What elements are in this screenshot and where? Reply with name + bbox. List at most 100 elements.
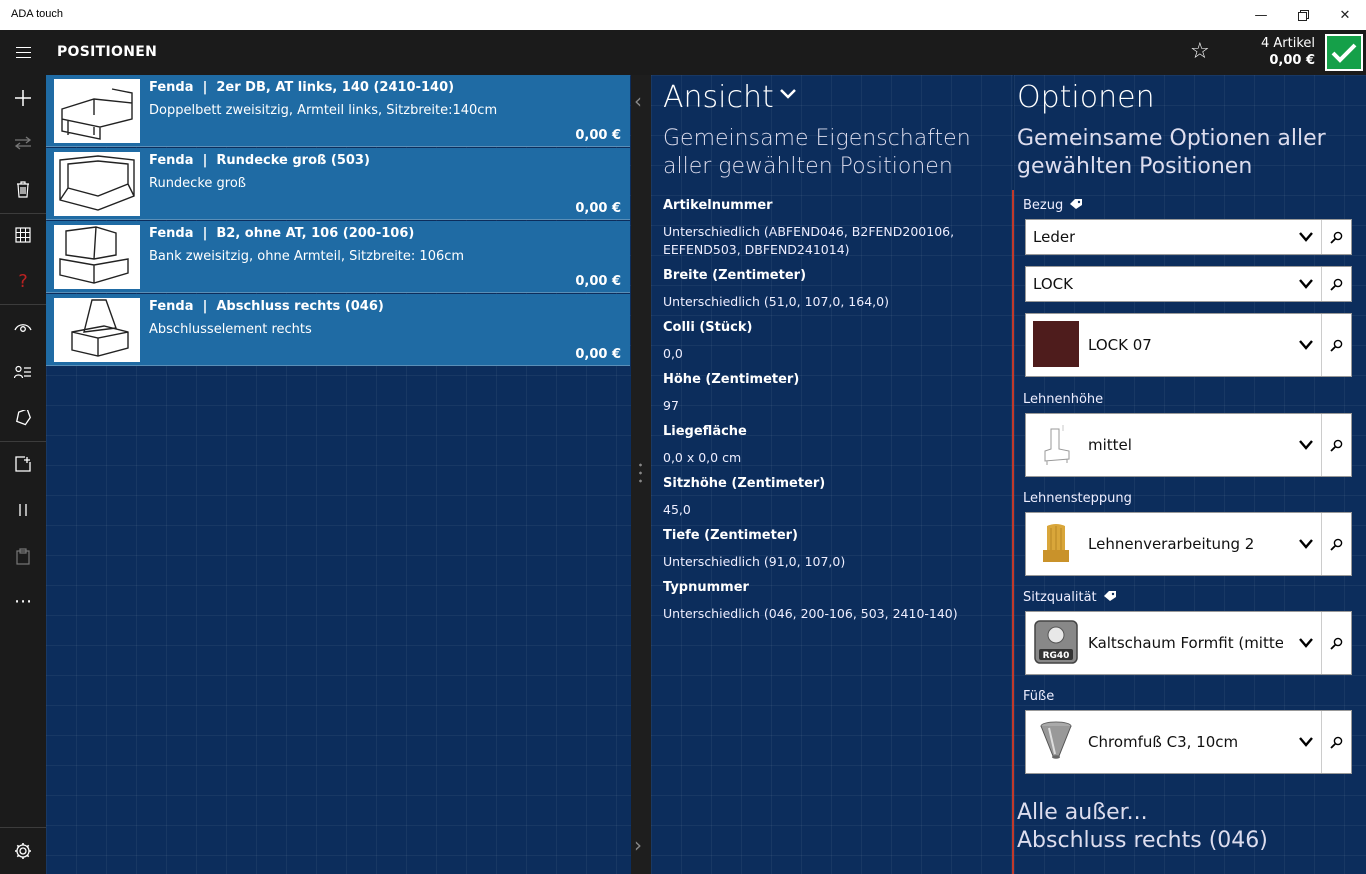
end-element-thumbnail <box>54 298 140 362</box>
star-icon[interactable]: ☆ <box>1190 39 1210 64</box>
lehnensteppung-label: Lehnensteppung <box>1023 491 1132 506</box>
lehnenhoehe-label: Lehnenhöhe <box>1023 392 1104 407</box>
discount-tag-icon[interactable] <box>0 396 46 440</box>
position-description: Rundecke groß <box>149 176 246 191</box>
list-item[interactable]: Fenda | Rundecke groß (503) Rundecke gro… <box>46 148 630 220</box>
chevron-down-icon <box>1299 340 1313 350</box>
property-value: Unterschiedlich (51,0, 107,0, 164,0) <box>663 294 889 309</box>
ansicht-pane: Ansicht Gemeinsame Eigenschaften aller g… <box>651 75 1013 874</box>
property-name: Colli (Stück) <box>663 320 753 335</box>
search-icon[interactable] <box>1321 314 1351 376</box>
property-value: 45,0 <box>663 502 691 517</box>
search-icon[interactable] <box>1321 267 1351 301</box>
quilting-thumbnail <box>1043 524 1069 562</box>
optionen-subtitle: Gemeinsame Optionen aller gewählten Posi… <box>1017 126 1326 179</box>
page-title: POSITIONEN <box>57 44 158 60</box>
search-icon[interactable] <box>1321 612 1351 674</box>
position-brand: Fenda <box>149 226 194 241</box>
lehnensteppung-select[interactable]: Lehnenverarbeitung 2 <box>1025 512 1352 576</box>
search-icon[interactable] <box>1321 711 1351 773</box>
bench-thumbnail <box>54 225 140 289</box>
lehnenhoehe-select[interactable]: mittel <box>1025 413 1352 477</box>
position-code: Rundecke groß (503) <box>216 153 370 168</box>
help-icon[interactable]: ? <box>0 259 46 303</box>
grid-view-icon[interactable] <box>0 213 46 257</box>
fuesse-value: Chromfuß C3, 10cm <box>1088 733 1239 751</box>
close-icon[interactable]: ✕ <box>1324 0 1366 30</box>
bezug-material-select[interactable]: Leder <box>1025 219 1352 255</box>
confirm-button[interactable] <box>1325 34 1363 71</box>
hamburger-menu-icon[interactable] <box>0 30 46 75</box>
position-brand: Fenda <box>149 80 194 95</box>
fuesse-select[interactable]: Chromfuß C3, 10cm <box>1025 710 1352 774</box>
property-name: Sitzhöhe (Zentimeter) <box>663 476 826 491</box>
more-icon[interactable]: ⋯ <box>0 579 46 623</box>
drag-handle-icon[interactable] <box>639 461 642 485</box>
clipboard-icon[interactable] <box>0 534 46 578</box>
position-price: 0,00 € <box>575 128 621 143</box>
position-price: 0,00 € <box>575 201 621 216</box>
chevron-right-icon[interactable]: › <box>634 833 642 857</box>
alle-ausser-line1: Alle außer... <box>1017 800 1148 825</box>
fuesse-label: Füße <box>1023 689 1055 704</box>
property-name: Breite (Zentimeter) <box>663 268 807 283</box>
restore-icon[interactable] <box>1282 0 1324 30</box>
pause-icon[interactable] <box>0 488 46 532</box>
position-description: Doppelbett zweisitzig, Armteil links, Si… <box>149 103 498 118</box>
minimize-icon[interactable]: — <box>1240 0 1282 30</box>
alle-ausser-heading: Alle außer... Abschluss rechts (046) <box>1017 799 1268 855</box>
property-name: Artikelnummer <box>663 198 773 213</box>
position-brand: Fenda <box>149 153 194 168</box>
list-item[interactable]: Fenda | B2, ohne AT, 106 (200-106) Bank … <box>46 221 630 293</box>
add-icon[interactable] <box>0 76 46 120</box>
bezug-material-value: Leder <box>1033 228 1076 246</box>
search-icon[interactable] <box>1321 220 1351 254</box>
round-corner-thumbnail <box>54 152 140 216</box>
delete-icon[interactable] <box>0 167 46 211</box>
bezug-collection-select[interactable]: LOCK <box>1025 266 1352 302</box>
search-icon[interactable] <box>1321 513 1351 575</box>
rg40-badge: RG40 <box>1043 651 1070 661</box>
add-note-icon[interactable] <box>0 442 46 486</box>
property-value: 0,0 <box>663 346 683 361</box>
sitzqualitaet-select[interactable]: RG40 Kaltschaum Formfit (mittelf <box>1025 611 1352 675</box>
search-icon[interactable] <box>1321 414 1351 476</box>
chevron-down-icon <box>1299 638 1313 648</box>
color-swatch <box>1033 321 1079 367</box>
position-code: B2, ohne AT, 106 (200-106) <box>216 226 415 241</box>
app-header: POSITIONEN ☆ 4 Artikel 0,00 € <box>0 30 1366 75</box>
view-eye-icon[interactable] <box>0 305 46 349</box>
lehnensteppung-value: Lehnenverarbeitung 2 <box>1088 535 1255 553</box>
position-description: Bank zweisitzig, ohne Armteil, Sitzbreit… <box>149 249 465 264</box>
lehnenhoehe-value: mittel <box>1088 436 1132 454</box>
property-value: 97 <box>663 398 679 413</box>
bezug-collection-value: LOCK <box>1033 275 1073 293</box>
ansicht-title[interactable]: Ansicht <box>663 80 774 115</box>
position-brand: Fenda <box>149 299 194 314</box>
bezug-label: Bezug <box>1023 198 1064 213</box>
swap-icon[interactable] <box>0 121 46 165</box>
chevron-down-icon <box>1299 232 1313 242</box>
chevron-down-icon[interactable] <box>779 88 797 100</box>
settings-gear-icon[interactable] <box>0 829 46 873</box>
chevron-down-icon <box>1299 539 1313 549</box>
list-item[interactable]: Fenda | Abschluss rechts (046) Abschluss… <box>46 294 630 366</box>
sitzqualitaet-label: Sitzqualität <box>1023 590 1097 605</box>
cart-count: 4 Artikel <box>1260 36 1315 51</box>
pane-splitter[interactable]: ‹ › <box>631 75 651 874</box>
alle-ausser-line2: Abschluss rechts (046) <box>1017 828 1268 853</box>
property-value: Unterschiedlich (ABFEND046, B2FEND200106… <box>663 224 955 257</box>
customer-list-icon[interactable] <box>0 350 46 394</box>
positions-list: Fenda | 2er DB, AT links, 140 (2410-140)… <box>46 75 631 874</box>
price-tag-icon <box>1070 199 1083 209</box>
cart-total: 0,00 € <box>1269 53 1315 68</box>
bezug-color-select[interactable]: LOCK 07 <box>1025 313 1352 377</box>
optionen-title: Optionen <box>1017 80 1155 115</box>
sofa-bed-thumbnail <box>54 79 140 143</box>
foam-quality-thumbnail: RG40 <box>1034 620 1078 664</box>
cart-summary[interactable]: 4 Artikel 0,00 € <box>1261 35 1315 69</box>
chevron-left-icon[interactable]: ‹ <box>634 89 642 113</box>
bezug-color-value: LOCK 07 <box>1088 336 1152 354</box>
sitzqualitaet-value: Kaltschaum Formfit (mittelf <box>1088 634 1283 652</box>
list-item[interactable]: Fenda | 2er DB, AT links, 140 (2410-140)… <box>46 75 630 147</box>
